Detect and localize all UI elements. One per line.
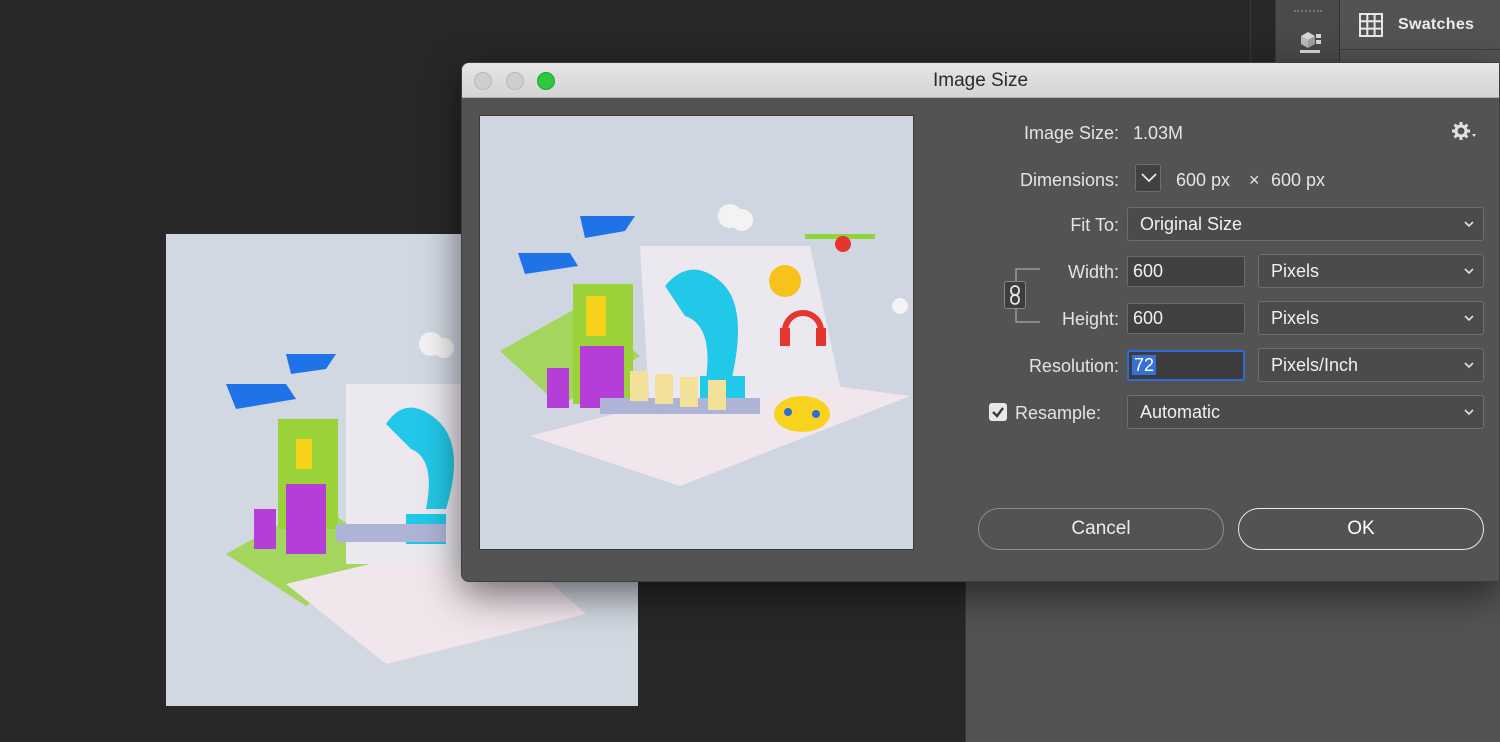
resolution-input[interactable]: 72 — [1127, 350, 1245, 381]
resolution-unit-select[interactable]: Pixels/Inch — [1258, 348, 1484, 382]
dimensions-label: Dimensions: — [1019, 170, 1119, 190]
gear-icon[interactable] — [1451, 121, 1477, 143]
chevron-down-icon — [1464, 409, 1474, 416]
grid-icon — [1359, 12, 1383, 37]
width-unit-select[interactable]: Pixels — [1258, 254, 1484, 288]
image-size-dialog: Image Size Image Size: 1.03M Dimensions:… — [461, 62, 1500, 582]
resolution-label: Resolution: — [1028, 356, 1119, 376]
chevron-down-icon — [1464, 221, 1474, 228]
width-unit-value: Pixels — [1271, 261, 1320, 281]
height-unit-select[interactable]: Pixels — [1258, 301, 1484, 335]
dialog-titlebar[interactable]: Image Size — [462, 63, 1499, 98]
resolution-selected-text: 72 — [1132, 355, 1157, 375]
height-label: Height: — [1061, 309, 1119, 329]
fit-to-select[interactable]: Original Size — [1127, 207, 1484, 241]
resolution-unit-value: Pixels/Inch — [1271, 355, 1359, 375]
resample-checkbox[interactable] — [989, 403, 1007, 421]
image-preview[interactable] — [479, 115, 914, 550]
width-input[interactable]: 600 — [1127, 256, 1245, 287]
photoshop-workspace: Swatches Image Size Image Size: 1.03M Di… — [0, 0, 1500, 742]
chevron-down-icon — [1464, 315, 1474, 322]
width-label: Width: — [1067, 262, 1119, 282]
height-unit-value: Pixels — [1271, 308, 1320, 328]
drag-grip[interactable] — [1294, 10, 1322, 16]
preview-artwork — [480, 116, 913, 549]
swatches-tab-label: Swatches — [1398, 15, 1475, 33]
constrain-proportions-button[interactable] — [1004, 281, 1026, 309]
chevron-down-icon — [1141, 173, 1157, 183]
height-input[interactable]: 600 — [1127, 303, 1245, 334]
dimensions-height: 600 px — [1271, 170, 1326, 190]
chevron-down-icon — [1464, 362, 1474, 369]
cancel-button[interactable]: Cancel — [978, 508, 1224, 550]
resample-select[interactable]: Automatic — [1127, 395, 1484, 429]
swatches-tab[interactable]: Swatches — [1340, 0, 1500, 50]
resample-label: Resample: — [1015, 403, 1102, 423]
chevron-down-icon — [1464, 268, 1474, 275]
ok-button[interactable]: OK — [1238, 508, 1484, 550]
dimensions-width: 600 px — [1176, 170, 1231, 190]
cube-icon[interactable] — [1296, 28, 1322, 54]
fit-to-label: Fit To: — [1070, 215, 1119, 235]
resample-value: Automatic — [1140, 402, 1221, 422]
lower-panel — [965, 580, 1340, 742]
checkmark-icon — [992, 407, 1004, 418]
fit-to-value: Original Size — [1140, 214, 1243, 234]
dialog-title: Image Size — [932, 70, 1029, 91]
dimensions-times: × — [1249, 170, 1260, 190]
image-size-value: 1.03M — [1133, 123, 1184, 143]
image-size-label: Image Size: — [1023, 123, 1119, 143]
chain-link-icon — [1010, 285, 1020, 305]
dimensions-unit-toggle[interactable] — [1135, 164, 1161, 192]
